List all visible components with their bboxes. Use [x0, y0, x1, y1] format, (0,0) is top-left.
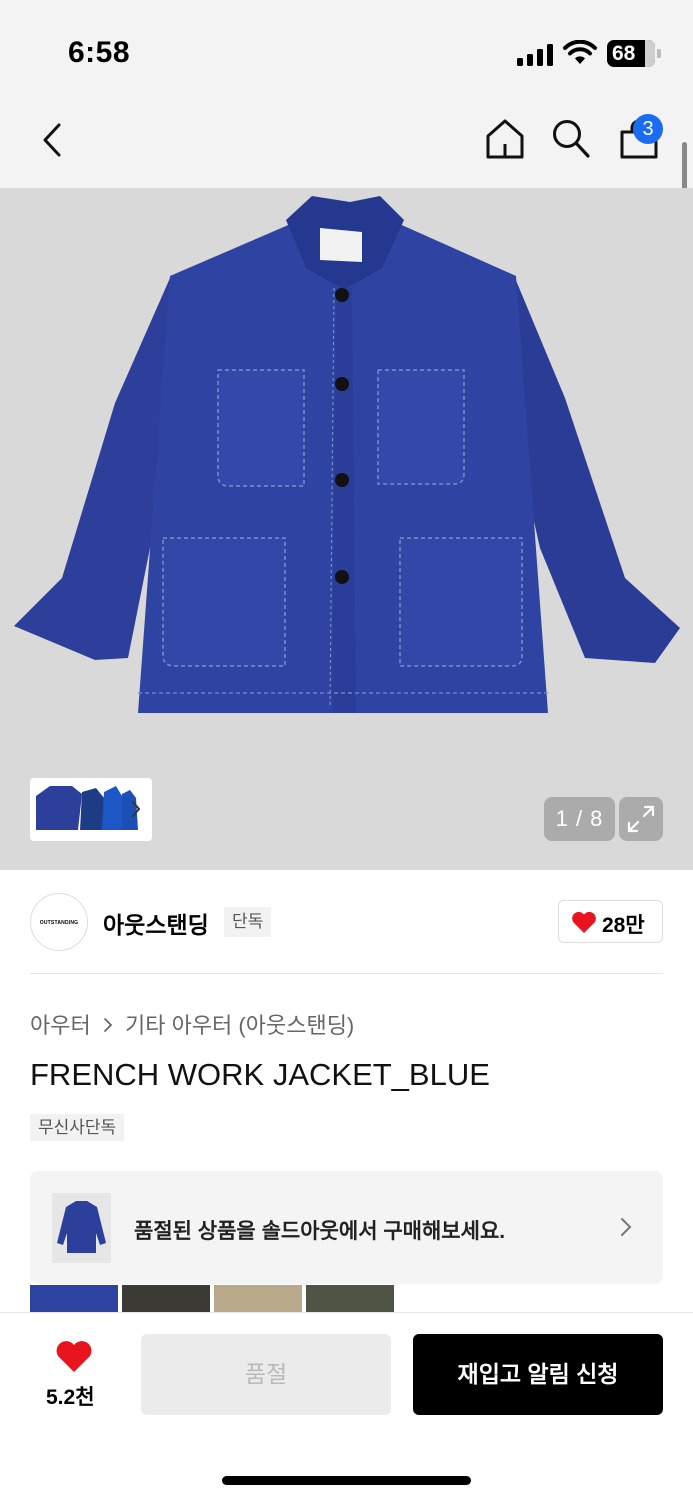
chevron-right-icon [132, 801, 141, 817]
status-time: 6:58 [68, 36, 131, 69]
breadcrumb: 아우터 기타 아우터 (아웃스탠딩) [30, 1008, 354, 1040]
brand-name[interactable]: 아웃스탠딩 [103, 906, 209, 940]
signal-icon [517, 44, 553, 66]
breadcrumb-subcategory[interactable]: 기타 아우터 (아웃스탠딩) [125, 1013, 354, 1038]
breadcrumb-category[interactable]: 아우터 [30, 1013, 91, 1038]
battery-level: 68 [612, 42, 636, 65]
wish-count: 5.2천 [46, 1386, 95, 1409]
jacket-image [14, 196, 680, 713]
color-option-olive[interactable] [306, 1285, 394, 1312]
brand-logo-text: OUTSTANDING [39, 920, 79, 926]
expand-button[interactable] [619, 797, 663, 841]
home-icon[interactable] [484, 118, 526, 160]
thumbnail-strip[interactable] [30, 778, 152, 841]
home-indicator [222, 1476, 471, 1485]
brand-like-count: 28만 [602, 914, 645, 937]
color-option-blue[interactable] [30, 1285, 118, 1312]
battery-icon: 68 [607, 40, 655, 67]
soldout-banner[interactable]: 품절된 상품을 솔드아웃에서 구매해보세요. [30, 1171, 663, 1284]
expand-icon [627, 805, 655, 833]
color-option-dark[interactable] [122, 1285, 210, 1312]
heart-icon [572, 911, 596, 933]
heart-icon[interactable] [55, 1340, 93, 1373]
exclusive-tag: 단독 [224, 907, 272, 937]
wifi-icon [563, 40, 597, 64]
back-icon[interactable] [40, 122, 64, 158]
brand-logo[interactable]: OUTSTANDING [30, 893, 88, 951]
soldout-button[interactable]: 품절 [141, 1334, 391, 1415]
soldout-banner-text: 품절된 상품을 솔드아웃에서 구매해보세요. [134, 1220, 506, 1243]
cart-badge: 3 [633, 114, 663, 144]
battery-tip [657, 49, 661, 58]
divider [30, 973, 663, 974]
brand-like-button[interactable]: 28만 [558, 900, 663, 943]
musinsa-exclusive-tag: 무신사단독 [30, 1114, 125, 1141]
image-counter: 1 / 8 [544, 797, 615, 841]
status-bar: 6:58 68 [0, 0, 693, 100]
banner-jacket-image [57, 1201, 106, 1253]
banner-thumbnail [52, 1193, 111, 1263]
product-title: FRENCH WORK JACKET_BLUE [30, 1057, 490, 1092]
product-image[interactable] [0, 188, 693, 870]
chevron-right-icon [103, 1018, 113, 1032]
search-icon[interactable] [551, 118, 591, 160]
restock-alert-button[interactable]: 재입고 알림 신청 [413, 1334, 663, 1415]
chevron-right-icon [621, 1218, 632, 1236]
color-option-beige[interactable] [214, 1285, 302, 1312]
